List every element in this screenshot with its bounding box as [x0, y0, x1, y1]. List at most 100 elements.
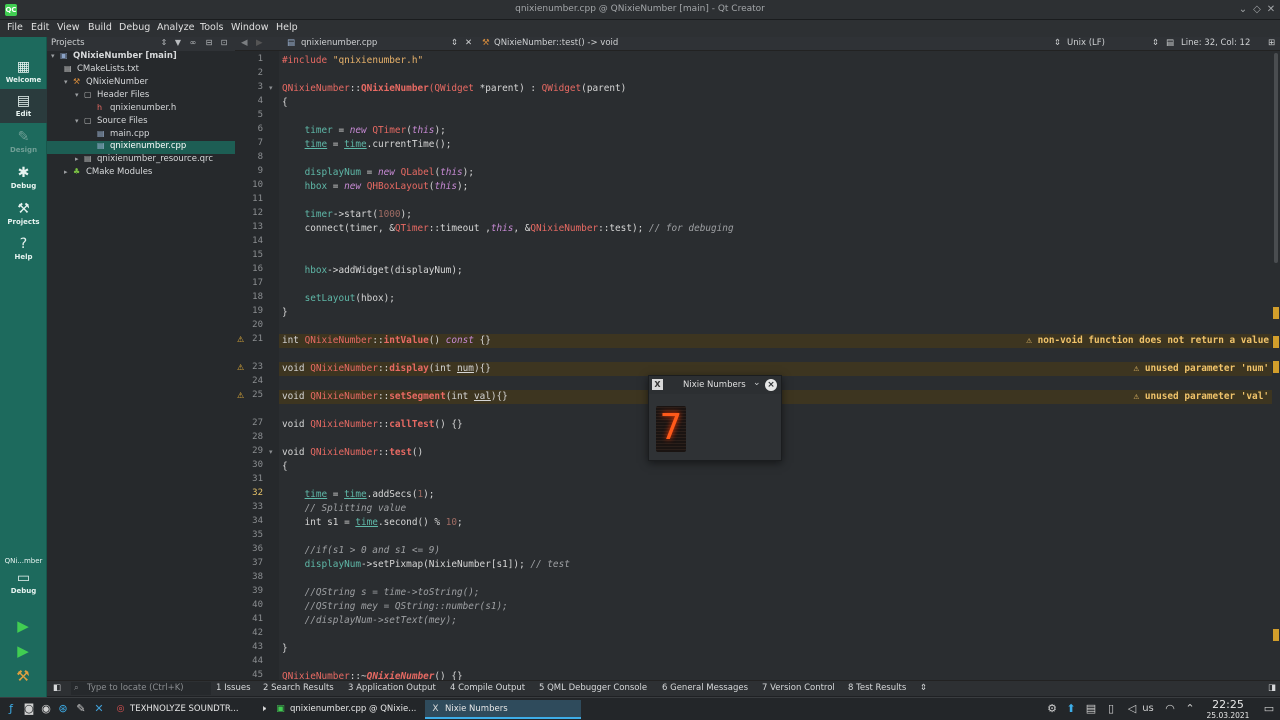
menu-file[interactable]: File	[7, 22, 23, 33]
split-icon[interactable]: ⊟	[204, 38, 214, 50]
tab-issues[interactable]: 1 Issues	[216, 683, 251, 693]
toggle-output-icon[interactable]: ◨	[1268, 683, 1276, 693]
line-ending-combo[interactable]: Unix (LF)	[1067, 38, 1105, 48]
split-editor-icon[interactable]: ⊞	[1268, 38, 1275, 48]
close-window-icon[interactable]: ✕	[1264, 3, 1278, 17]
tree-qnixienumber-h[interactable]: h qnixienumber.h	[97, 103, 176, 116]
line-number: 38	[252, 572, 263, 582]
chevron-down-icon: ▾	[75, 91, 79, 99]
mode-edit[interactable]: ▤ Edit	[0, 89, 47, 123]
mode-welcome[interactable]: ▦ Welcome	[0, 55, 47, 89]
system-clock[interactable]: 22:25 25.03.2021	[1200, 699, 1256, 720]
debug-run-button[interactable]: ▶	[13, 641, 33, 661]
mode-projects[interactable]: ⚒ Projects	[0, 197, 47, 231]
link-icon[interactable]: ∞	[188, 38, 198, 50]
locator-input[interactable]: ⌕ Type to locate (Ctrl+K)	[71, 682, 211, 695]
back-arrow-icon[interactable]: ◀	[241, 38, 248, 48]
mode-help[interactable]: ? Help	[0, 232, 47, 266]
steam-icon[interactable]: ⊛	[56, 702, 70, 716]
settings-icon[interactable]: ⚙	[1045, 702, 1059, 716]
menu-edit[interactable]: Edit	[31, 22, 49, 33]
tree-project-root[interactable]: ▾ ▣ QNixieNumber [main]	[51, 51, 177, 64]
tree-header-files[interactable]: ▾ ▢ Header Files	[75, 90, 149, 103]
close-pane-icon[interactable]: ⊡	[219, 38, 229, 50]
open-file-combo[interactable]: qnixienumber.cpp	[301, 38, 377, 48]
code-line: }	[282, 643, 288, 654]
clipboard-icon[interactable]: ▤	[1084, 702, 1098, 716]
kit-selector[interactable]: QNi...mber ▭ Debug	[0, 555, 47, 605]
update-icon[interactable]: ⬆	[1064, 702, 1078, 716]
minimize-icon[interactable]: ⌄	[1236, 3, 1250, 17]
menu-build[interactable]: Build	[88, 22, 112, 33]
code-editor[interactable]: ⚠ non-void function does not return a va…	[279, 51, 1272, 680]
tree-qnixienumber-cpp[interactable]: ▤ qnixienumber.cpp	[47, 141, 235, 154]
tab-search-results[interactable]: 2 Search Results	[263, 683, 334, 693]
file-combo-arrow-icon[interactable]: ⇕	[451, 38, 458, 48]
line-number: 40	[252, 600, 263, 610]
tree-cmakelists[interactable]: ▤ CMakeLists.txt	[64, 64, 139, 77]
menu-help[interactable]: Help	[276, 22, 298, 33]
line-number: 4	[257, 96, 263, 106]
build-button[interactable]: ⚒	[13, 666, 33, 686]
code-line: //QString s = time->toString();	[304, 587, 480, 598]
menu-tools[interactable]: Tools	[200, 22, 223, 33]
line-number: 39	[252, 586, 263, 596]
tools-icon[interactable]: ✎	[74, 702, 88, 716]
tab-application-output[interactable]: 3 Application Output	[348, 683, 436, 693]
line-number: 20	[252, 320, 263, 330]
tab-qml-debugger-console[interactable]: 5 QML Debugger Console	[539, 683, 647, 693]
chevron-down-icon: ▾	[64, 78, 68, 86]
toggle-sidebar-icon[interactable]: ◧	[53, 683, 61, 693]
menu-view[interactable]: View	[57, 22, 80, 33]
modules-icon: ♣	[73, 167, 81, 176]
sort-icon[interactable]: ⇕	[159, 38, 169, 50]
tree-resource-qrc[interactable]: ▸ ▤ qnixienumber_resource.qrc	[75, 154, 213, 167]
tree-target[interactable]: ▾ ⚒ QNixieNumber	[64, 77, 148, 90]
task-music[interactable]: ◎ TEXHNOLYZE SOUNDTR... 🕨	[110, 700, 270, 719]
app-launcher-icon[interactable]: ƒ	[4, 702, 18, 716]
fold-arrow-icon[interactable]: ▾	[269, 448, 273, 456]
outline-icon[interactable]: ▤	[1166, 38, 1174, 48]
sidebar-title[interactable]: Projects	[51, 38, 85, 48]
more-tabs-icon[interactable]: ⇕	[920, 683, 927, 693]
monitor-icon: ▭	[16, 570, 31, 586]
tab-general-messages[interactable]: 6 General Messages	[662, 683, 748, 693]
device-icon[interactable]: ▯	[1104, 702, 1118, 716]
task-nixie-numbers[interactable]: X Nixie Numbers	[425, 700, 581, 719]
mode-design[interactable]: ✎ Design	[0, 125, 47, 159]
close-icon[interactable]: ×	[765, 379, 777, 391]
wifi-icon[interactable]: ◠	[1163, 702, 1177, 716]
forward-arrow-icon[interactable]: ▶	[256, 38, 263, 48]
tree-source-files[interactable]: ▾ ▢ Source Files	[75, 116, 148, 129]
filter-icon[interactable]: ▼	[173, 38, 183, 50]
task-qt-creator[interactable]: ▣ qnixienumber.cpp @ QNixie...	[270, 700, 423, 719]
tab-version-control[interactable]: 7 Version Control	[762, 683, 835, 693]
line-ending-arrow-icon[interactable]: ⇕	[1152, 38, 1159, 48]
discord-icon[interactable]: ◙	[22, 702, 36, 716]
popup-titlebar[interactable]: X Nixie Numbers ⌄ ×	[649, 376, 781, 394]
cursor-position[interactable]: Line: 32, Col: 12	[1181, 38, 1250, 48]
volume-icon[interactable]: ◁	[1125, 702, 1139, 716]
editor-scrollbar[interactable]	[1272, 51, 1280, 680]
run-button[interactable]: ▶	[13, 616, 33, 636]
maximize-icon[interactable]: ◇	[1250, 3, 1264, 17]
close-document-icon[interactable]: ✕	[465, 38, 472, 48]
menu-debug[interactable]: Debug	[119, 22, 150, 33]
mode-debug[interactable]: ✱ Debug	[0, 161, 47, 195]
output-pane-bar: ◧ ⌕ Type to locate (Ctrl+K) 1 Issues 2 Se…	[47, 680, 1280, 696]
show-desktop-icon[interactable]: ▭	[1262, 702, 1276, 716]
scrollbar-thumb[interactable]	[1274, 53, 1278, 263]
vscode-icon[interactable]: ✕	[92, 702, 106, 716]
tray-expand-icon[interactable]: ⌃	[1183, 702, 1197, 716]
tab-compile-output[interactable]: 4 Compile Output	[450, 683, 525, 693]
menu-window[interactable]: Window	[231, 22, 268, 33]
menu-analyze[interactable]: Analyze	[157, 22, 194, 33]
tree-cmake-modules[interactable]: ▸ ♣ CMake Modules	[64, 167, 152, 180]
keyboard-layout[interactable]: us	[1140, 702, 1156, 716]
chevron-down-icon[interactable]: ⌄	[753, 378, 761, 388]
fold-arrow-icon[interactable]: ▾	[269, 84, 273, 92]
firefox-icon[interactable]: ◉	[39, 702, 53, 716]
symbol-combo[interactable]: QNixieNumber::test() -> void	[494, 38, 618, 48]
tab-test-results[interactable]: 8 Test Results	[848, 683, 906, 693]
symbol-combo-arrow-icon[interactable]: ⇕	[1054, 38, 1061, 48]
